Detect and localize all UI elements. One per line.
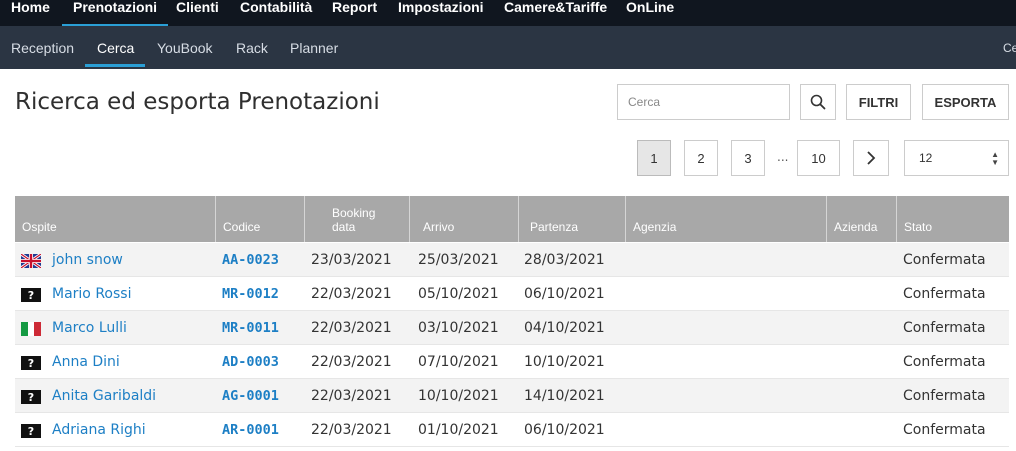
header-azienda[interactable]: Azienda	[827, 196, 897, 242]
guest-name[interactable]: john snow	[52, 243, 123, 277]
departure-date: 04/10/2021	[524, 320, 605, 336]
nav-camere-tariffe[interactable]: Camere&Tariffe	[504, 0, 607, 26]
unknown-flag-icon: ?	[21, 355, 41, 370]
guest-name[interactable]: Anita Garibaldi	[52, 379, 156, 413]
status: Confermata	[903, 252, 986, 268]
departure-date: 06/10/2021	[524, 422, 605, 438]
chevron-right-icon	[867, 151, 876, 165]
table-row[interactable]: ? Anna Dini AD-0003 22/03/2021 07/10/2021 10/…	[15, 345, 1009, 379]
arrival-date: 03/10/2021	[418, 320, 499, 336]
header-stato[interactable]: Stato	[897, 196, 1009, 242]
subnav-cerca[interactable]: Cerca	[97, 40, 134, 56]
status: Confermata	[903, 388, 986, 404]
booking-date: 22/03/2021	[311, 320, 392, 336]
table-row[interactable]: ? Anita Garibaldi AG-0001 22/03/2021 10/10/2…	[15, 379, 1009, 413]
guest-name[interactable]: Adriana Righi	[52, 413, 146, 447]
nav-clienti[interactable]: Clienti	[176, 0, 219, 26]
next-page-button[interactable]	[853, 140, 889, 176]
per-page-value: 12	[919, 151, 933, 165]
svg-text:?: ?	[28, 289, 34, 302]
subnav-youbook[interactable]: YouBook	[157, 40, 213, 56]
table-row[interactable]: john snow AA-0023 23/03/2021 25/03/2021 28/0…	[15, 243, 1009, 277]
booking-code[interactable]: AR-0001	[222, 413, 279, 447]
guest-name[interactable]: Mario Rossi	[52, 277, 131, 311]
status: Confermata	[903, 320, 986, 336]
top-navigation: Home Prenotazioni Clienti Contabilità Re…	[0, 0, 1016, 26]
pagination-ellipsis: ...	[777, 150, 789, 164]
table-row[interactable]: ? Mario Rossi MR-0012 22/03/2021 05/10/2021 0…	[15, 277, 1009, 311]
esporta-button[interactable]: ESPORTA	[922, 84, 1009, 120]
booking-date: 22/03/2021	[311, 422, 392, 438]
nav-impostazioni[interactable]: Impostazioni	[398, 0, 484, 26]
subnav-planner[interactable]: Planner	[290, 40, 338, 56]
subnav-reception[interactable]: Reception	[11, 40, 74, 56]
italy-flag-icon	[21, 321, 41, 336]
nav-report[interactable]: Report	[332, 0, 377, 26]
page-2-button[interactable]: 2	[684, 140, 718, 176]
active-tab-underline	[85, 64, 145, 67]
uk-flag-icon	[20, 252, 42, 270]
header-partenza[interactable]: Partenza	[519, 196, 626, 242]
status: Confermata	[903, 354, 986, 370]
header-booking-data[interactable]: Booking data	[305, 196, 410, 242]
unknown-flag-icon: ?	[21, 389, 41, 404]
departure-date: 10/10/2021	[524, 354, 605, 370]
booking-code[interactable]: MR-0011	[222, 311, 279, 345]
booking-code[interactable]: AG-0001	[222, 379, 279, 413]
booking-code[interactable]: AA-0023	[222, 243, 279, 277]
booking-date: 22/03/2021	[311, 286, 392, 302]
guest-name[interactable]: Marco Lulli	[52, 311, 127, 345]
subnav-rack[interactable]: Rack	[236, 40, 268, 56]
nav-contabilita[interactable]: Contabilità	[240, 0, 312, 26]
booking-code[interactable]: AD-0003	[222, 345, 279, 379]
unknown-flag-icon: ?	[21, 423, 41, 438]
header-codice[interactable]: Codice	[216, 196, 305, 242]
header-ospite[interactable]: Ospite	[15, 196, 216, 242]
booking-date: 22/03/2021	[311, 354, 392, 370]
page-3-button[interactable]: 3	[731, 140, 765, 176]
arrival-date: 05/10/2021	[418, 286, 499, 302]
booking-date: 22/03/2021	[311, 388, 392, 404]
arrival-date: 25/03/2021	[418, 252, 499, 268]
per-page-select[interactable]: 12 ▲ ▼	[904, 140, 1009, 176]
header-arrivo[interactable]: Arrivo	[410, 196, 519, 242]
nav-online[interactable]: OnLine	[626, 0, 674, 26]
status: Confermata	[903, 286, 986, 302]
search-button[interactable]	[800, 84, 836, 120]
page-1-button[interactable]: 1	[637, 140, 671, 176]
guest-name[interactable]: Anna Dini	[52, 345, 120, 379]
nav-home[interactable]: Home	[11, 0, 50, 26]
departure-date: 28/03/2021	[524, 252, 605, 268]
svg-text:?: ?	[28, 357, 34, 370]
subnav-right-truncated[interactable]: Ce	[1003, 41, 1016, 55]
booking-date: 23/03/2021	[311, 252, 392, 268]
svg-text:?: ?	[28, 425, 34, 438]
departure-date: 14/10/2021	[524, 388, 605, 404]
search-input[interactable]	[617, 84, 790, 120]
booking-code[interactable]: MR-0012	[222, 277, 279, 311]
page-10-button[interactable]: 10	[797, 140, 840, 176]
arrival-date: 01/10/2021	[418, 422, 499, 438]
arrival-date: 07/10/2021	[418, 354, 499, 370]
search-icon	[810, 94, 826, 110]
table-header: Ospite Codice Booking data Arrivo Parten…	[15, 196, 1009, 242]
departure-date: 06/10/2021	[524, 286, 605, 302]
page-title: Ricerca ed esporta Prenotazioni	[15, 89, 380, 115]
svg-text:?: ?	[28, 391, 34, 404]
nav-prenotazioni[interactable]: Prenotazioni	[61, 0, 169, 26]
status: Confermata	[903, 422, 986, 438]
arrival-date: 10/10/2021	[418, 388, 499, 404]
table-row[interactable]: ? Adriana Righi AR-0001 22/03/2021 01/10/202…	[15, 413, 1009, 447]
table-row[interactable]: Marco Lulli MR-0011 22/03/2021 03/10/2021 04…	[15, 311, 1009, 345]
filtri-button[interactable]: FILTRI	[846, 84, 911, 120]
sub-navigation: Reception Cerca YouBook Rack Planner Ce	[0, 26, 1016, 69]
header-agenzia[interactable]: Agenzia	[626, 196, 827, 242]
select-arrows-icon: ▲ ▼	[991, 150, 999, 167]
unknown-flag-icon: ?	[21, 287, 41, 302]
